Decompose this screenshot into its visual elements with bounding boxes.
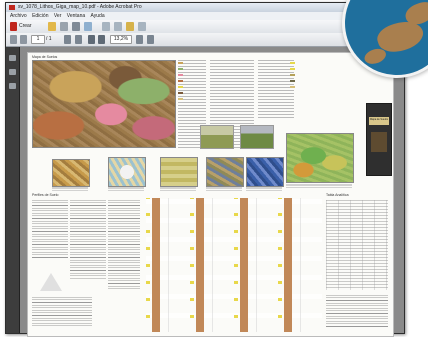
forms-icon[interactable]	[138, 22, 146, 31]
hand-tool-icon[interactable]	[64, 35, 71, 44]
right-panel-title: Tabla Analítica	[326, 193, 349, 197]
sign-icon[interactable]	[126, 22, 134, 31]
legend-swatch	[290, 74, 295, 76]
acrobat-icon	[9, 5, 15, 10]
zoom-select[interactable]: 13,2%	[110, 35, 132, 44]
page-number-input[interactable]: 1	[31, 35, 45, 44]
menu-item-edicion[interactable]: Edición	[32, 13, 48, 19]
arrow-down-icon[interactable]	[20, 35, 27, 44]
save-icon[interactable]	[60, 22, 68, 31]
legend-swatch	[178, 86, 183, 88]
share-icon[interactable]	[114, 22, 122, 31]
notes-text	[326, 295, 388, 329]
inset-map	[52, 159, 90, 187]
inset-map	[206, 157, 244, 187]
plus-icon[interactable]	[98, 35, 105, 44]
legend-swatch	[290, 62, 295, 64]
texture-triangle-diagram	[40, 273, 62, 291]
full-screen-icon[interactable]	[147, 35, 154, 44]
legend-swatch	[290, 68, 295, 70]
map-caption	[52, 187, 88, 191]
fit-page-icon[interactable]	[136, 35, 143, 44]
minus-icon[interactable]	[88, 35, 95, 44]
description-text	[108, 200, 140, 290]
map-caption	[286, 184, 352, 188]
landscape-photo	[240, 125, 274, 149]
printer-icon[interactable]	[72, 22, 80, 31]
map-caption	[108, 187, 144, 191]
navigation-pane	[6, 47, 20, 333]
menu-item-ver[interactable]: Ver	[54, 13, 62, 19]
section-bottom-title: Perfiles de Suelo	[32, 193, 59, 197]
map-caption	[160, 187, 196, 191]
analytic-data-table	[326, 200, 388, 290]
inset-map	[108, 157, 146, 187]
legend-swatch	[178, 92, 183, 94]
menu-item-ayuda[interactable]: Ayuda	[91, 13, 105, 19]
menu-item-ventana[interactable]: Ventana	[67, 13, 85, 19]
legend-swatch	[290, 80, 295, 82]
main-soil-map	[32, 60, 176, 148]
booklet-cover: Mapa de Suelos	[366, 103, 392, 176]
select-tool-icon[interactable]	[75, 35, 82, 44]
attachments-icon[interactable]	[9, 83, 16, 89]
soil-profile-labels	[146, 198, 322, 332]
menu-item-archivo[interactable]: Archivo	[10, 13, 27, 19]
legend-swatch	[290, 86, 295, 88]
arrow-up-icon[interactable]	[10, 35, 17, 44]
secondary-soil-map	[286, 133, 354, 183]
inset-map	[160, 157, 198, 187]
bookmarks-icon[interactable]	[9, 69, 16, 75]
create-pdf-icon[interactable]	[10, 22, 17, 31]
description-text	[32, 200, 68, 260]
legend-swatch	[178, 74, 183, 76]
cover-title: Mapa de Suelos	[369, 118, 389, 121]
legend-swatch	[178, 80, 183, 82]
legend-swatch	[178, 98, 183, 100]
page-total: / 1	[46, 36, 52, 42]
landscape-photo	[200, 125, 234, 149]
cover-image	[371, 132, 387, 152]
legend-swatch	[178, 68, 183, 70]
comment-icon[interactable]	[102, 22, 110, 31]
legend-text	[32, 297, 92, 327]
legend-swatch	[178, 62, 183, 64]
map-caption	[246, 187, 282, 191]
mail-icon[interactable]	[84, 22, 92, 31]
inset-map	[246, 157, 284, 187]
map-legend-column-3	[258, 60, 294, 120]
folder-icon[interactable]	[48, 22, 56, 31]
section-top-title: Mapa de Suelos	[32, 55, 58, 59]
map-caption	[206, 187, 242, 191]
window-title: sv_1078_Lithos_Giga_map_10.pdf - Adobe A…	[18, 4, 142, 10]
create-button-label[interactable]: Crear	[19, 22, 32, 31]
description-text	[70, 200, 106, 280]
pdf-page[interactable]: Mapa de Suelos Perfiles de Suelo Tabla A…	[27, 52, 394, 337]
page-thumbnails-icon[interactable]	[9, 55, 16, 61]
